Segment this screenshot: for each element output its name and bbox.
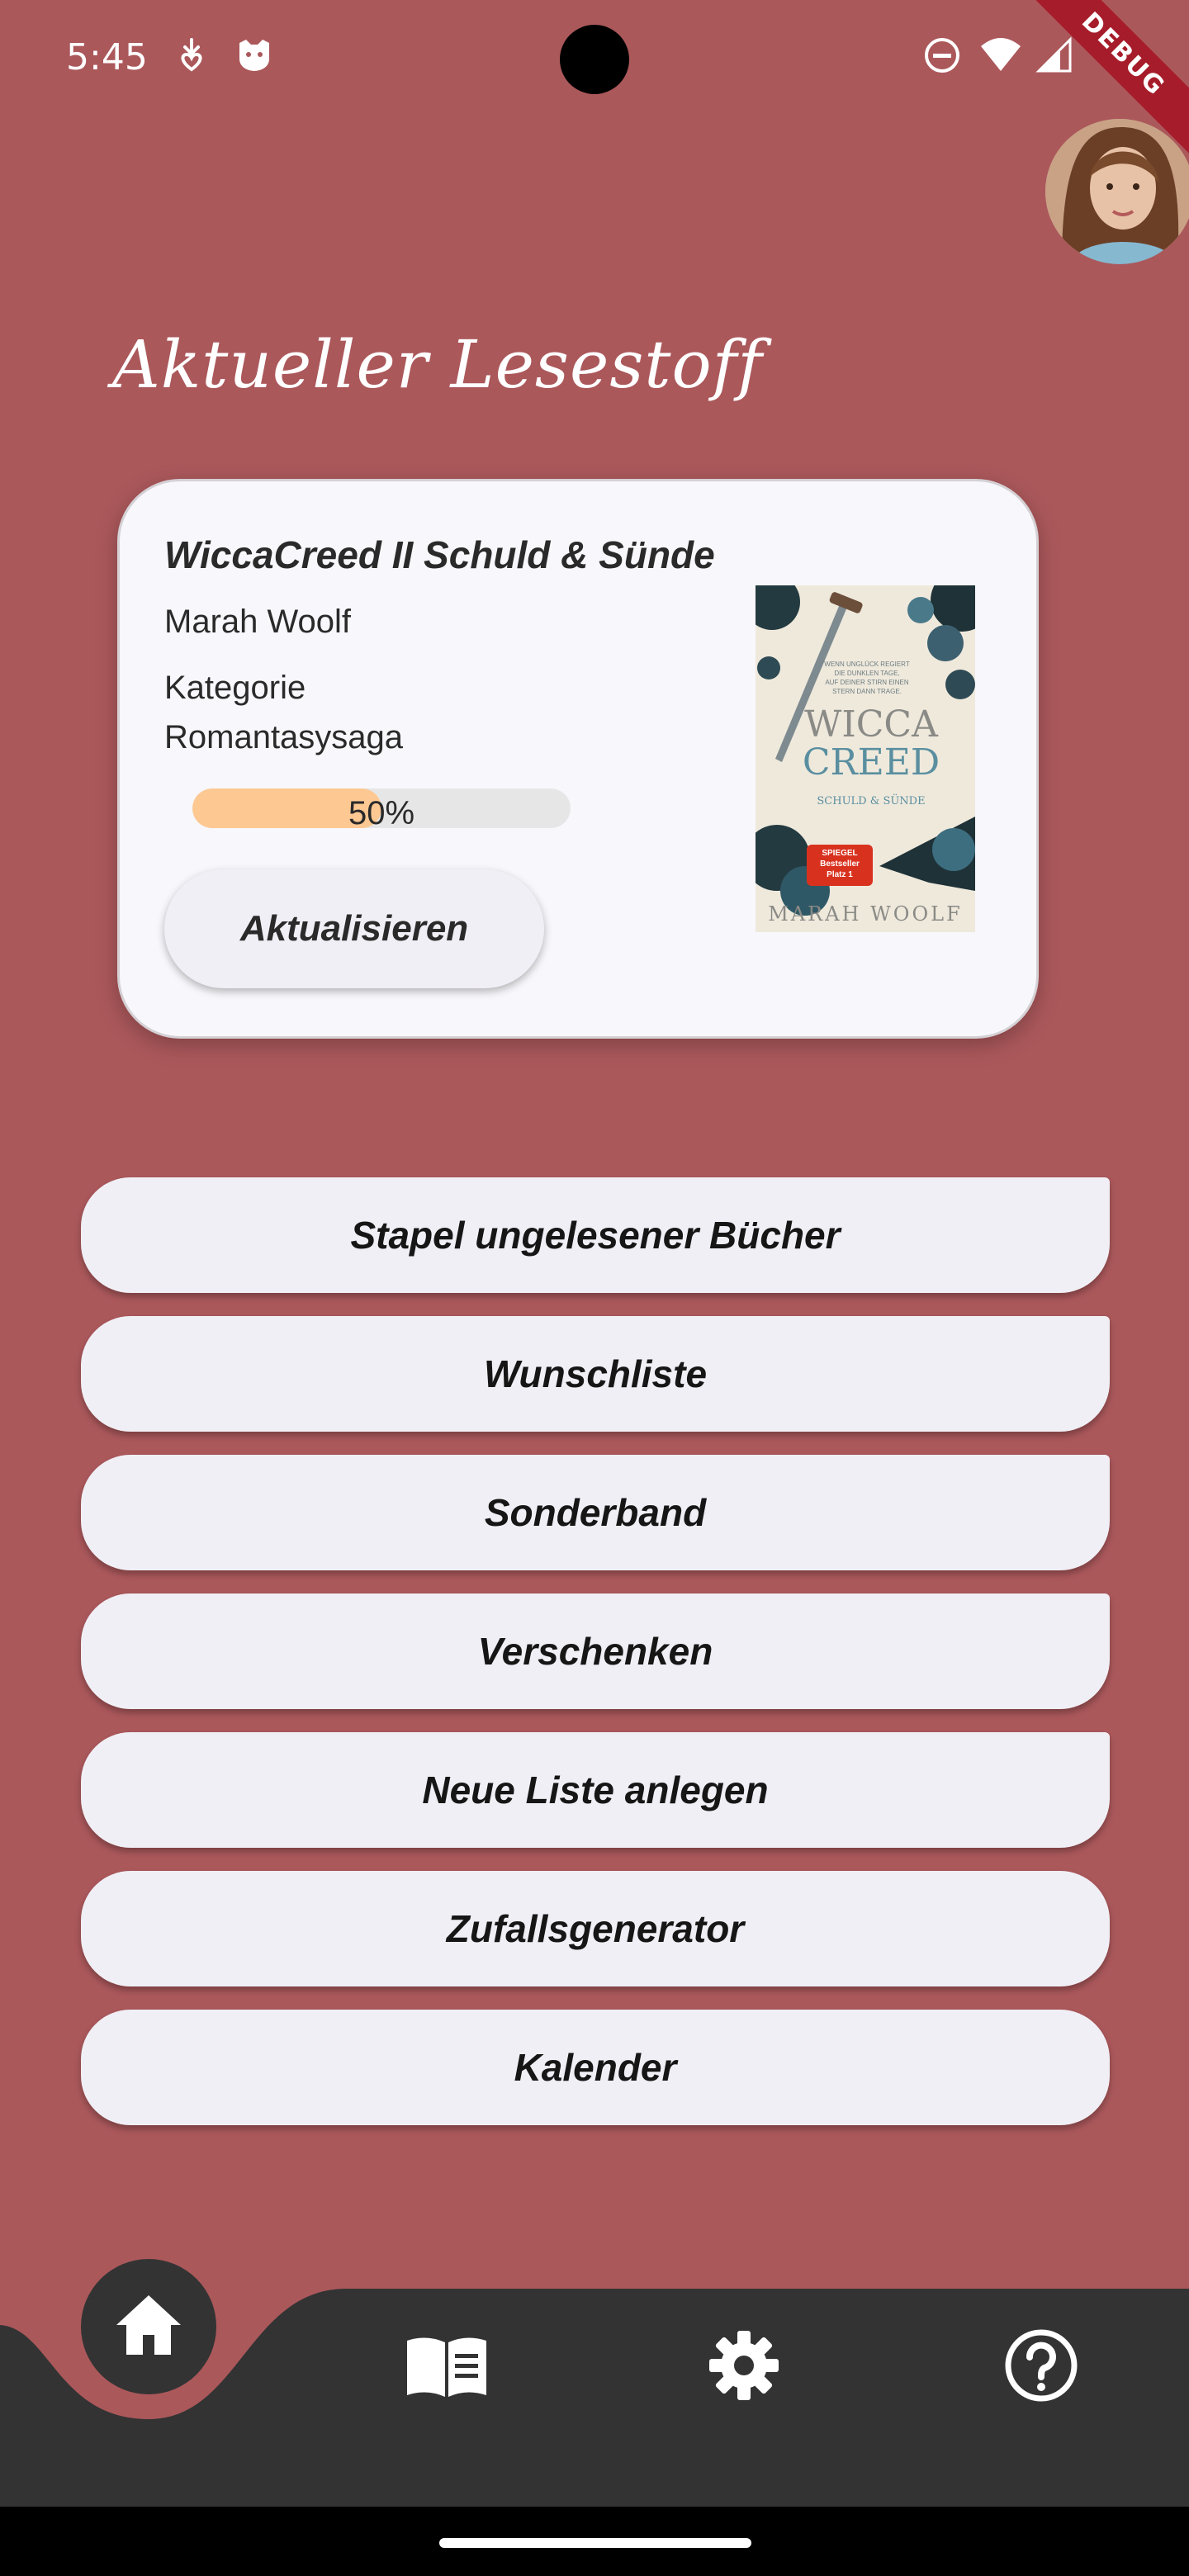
cover-author: MARAH WOOLF (768, 902, 963, 926)
page-title: Aktueller Lesestoff (112, 326, 763, 403)
menu-special-edition-button[interactable]: Sonderband (81, 1455, 1110, 1570)
menu-gift-button[interactable]: Verschenken (81, 1593, 1110, 1709)
home-icon (113, 2292, 184, 2362)
cover-badge-1: SPIEGEL (822, 849, 858, 858)
cover-badge-3: Platz 1 (827, 870, 853, 879)
camera-cutout (560, 25, 629, 94)
update-progress-button[interactable]: Aktualisieren (164, 869, 544, 988)
gesture-home-indicator[interactable] (439, 2538, 751, 2548)
nav-library-button[interactable] (401, 2322, 492, 2413)
cover-subtitle: SCHULD & SÜNDE (817, 795, 926, 807)
nav-home-button[interactable] (81, 2259, 216, 2394)
cover-tagline-1: WENN UNGLÜCK REGIERT (824, 661, 910, 668)
cover-tagline-4: STERN DANN TRAGE. (832, 688, 902, 695)
nav-help-button[interactable] (996, 2322, 1087, 2413)
menu-tbr-stack-button[interactable]: Stapel ungelesener Bücher (81, 1177, 1110, 1293)
settings-icon (708, 2329, 780, 2406)
reading-progress-bar: 50% (192, 788, 571, 828)
cover-badge-2: Bestseller (820, 859, 860, 869)
reading-progress-text: 50% (348, 795, 415, 828)
profile-avatar[interactable] (1045, 119, 1189, 264)
menu-calendar-button[interactable]: Kalender (81, 2010, 1110, 2125)
cover-title-line-1: WICCA (804, 703, 938, 746)
cat-icon (234, 36, 274, 77)
nav-settings-button[interactable] (699, 2322, 789, 2413)
status-bar: 5:45 DEBUG (0, 0, 1189, 159)
book-category-value: Romantasysaga (164, 719, 404, 755)
download-heart-icon (177, 36, 206, 77)
menu-list: Stapel ungelesener Bücher Wunschliste So… (81, 1177, 1110, 2148)
menu-wishlist-button[interactable]: Wunschliste (81, 1316, 1110, 1432)
dnd-icon (923, 36, 961, 78)
book-category-label: Kategorie (164, 670, 306, 706)
signal-icon (1035, 36, 1073, 78)
cover-title-line-2: CREED (802, 741, 940, 784)
book-author: Marah Woolf (164, 604, 352, 640)
help-icon (1003, 2327, 1079, 2408)
wifi-icon (979, 36, 1022, 77)
book-icon (404, 2332, 490, 2403)
book-title: WiccaCreed II Schuld & Sünde (164, 533, 715, 576)
menu-random-generator-button[interactable]: Zufallsgenerator (81, 1871, 1110, 1986)
current-book-card: WiccaCreed II Schuld & Sünde Marah Woolf… (117, 479, 1039, 1039)
cover-tagline-2: DIE DUNKLEN TAGE, (834, 670, 900, 677)
cover-tagline-3: AUF DEINER STIRN EINEN (825, 679, 909, 686)
menu-new-list-button[interactable]: Neue Liste anlegen (81, 1732, 1110, 1848)
status-time: 5:45 (66, 36, 148, 78)
book-cover[interactable]: WENN UNGLÜCK REGIERT DIE DUNKLEN TAGE, A… (756, 585, 975, 932)
